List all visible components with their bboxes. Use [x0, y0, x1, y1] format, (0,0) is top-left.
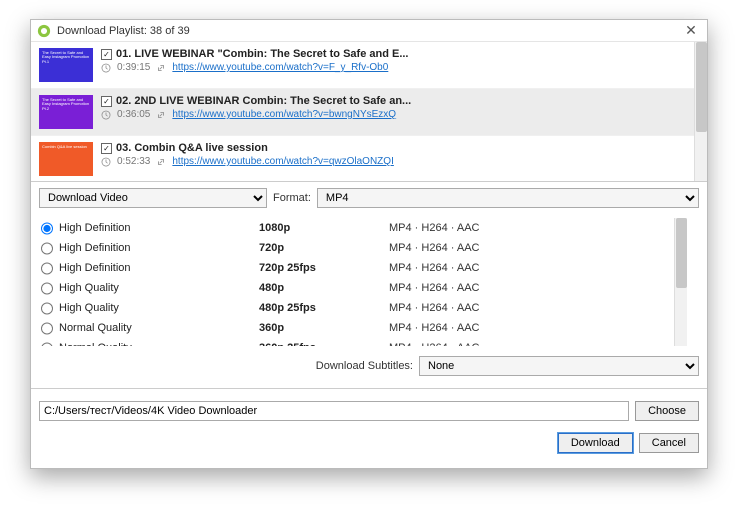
quality-codec: MP4 · H264 · AAC	[389, 262, 685, 274]
link-icon	[156, 110, 166, 120]
quality-codec: MP4 · H264 · AAC	[389, 282, 685, 294]
download-dialog: Download Playlist: 38 of 39 ✕ The Secret…	[30, 19, 708, 469]
video-url[interactable]: https://www.youtube.com/watch?v=qwzOlaON…	[172, 156, 393, 167]
quality-codec: MP4 · H264 · AAC	[389, 242, 685, 254]
playlist-item[interactable]: The Secret to Safe and Easy Instagram Pr…	[31, 89, 707, 136]
quality-name: Normal Quality	[59, 322, 259, 334]
quality-resolution: 360p	[259, 322, 389, 334]
subtitles-select[interactable]: None	[419, 356, 699, 376]
quality-resolution: 480p 25fps	[259, 302, 389, 314]
format-label: Format:	[273, 192, 311, 204]
quality-option[interactable]: Normal Quality360p 25fpsMP4 · H264 · AAC	[39, 338, 687, 346]
checkbox-icon[interactable]: ✓	[101, 49, 112, 60]
scrollbar[interactable]	[674, 218, 687, 346]
quality-option[interactable]: Normal Quality360pMP4 · H264 · AAC	[39, 318, 687, 338]
quality-name: Normal Quality	[59, 342, 259, 346]
video-duration: 0:39:15	[117, 62, 150, 73]
quality-radio[interactable]	[41, 302, 53, 315]
link-icon	[156, 63, 166, 73]
quality-resolution: 720p 25fps	[259, 262, 389, 274]
checkbox-icon[interactable]: ✓	[101, 143, 112, 154]
quality-resolution: 720p	[259, 242, 389, 254]
video-duration: 0:36:05	[117, 109, 150, 120]
video-url[interactable]: https://www.youtube.com/watch?v=bwngNYsE…	[172, 109, 396, 120]
clock-icon	[101, 157, 111, 167]
quality-radio[interactable]	[41, 282, 53, 295]
playlist-item[interactable]: The Secret to Safe and Easy Instagram Pr…	[31, 42, 707, 89]
quality-codec: MP4 · H264 · AAC	[389, 342, 685, 346]
video-duration: 0:52:33	[117, 156, 150, 167]
dialog-title: Download Playlist: 38 of 39	[57, 25, 679, 37]
quality-codec: MP4 · H264 · AAC	[389, 222, 685, 234]
video-title: 02. 2ND LIVE WEBINAR Combin: The Secret …	[116, 95, 411, 107]
video-url[interactable]: https://www.youtube.com/watch?v=F_y_Rfv-…	[172, 62, 388, 73]
quality-radio[interactable]	[41, 242, 53, 255]
scrollbar[interactable]	[694, 42, 707, 181]
quality-option[interactable]: High Quality480pMP4 · H264 · AAC	[39, 278, 687, 298]
video-title: 03. Combin Q&A live session	[116, 142, 268, 154]
quality-radio[interactable]	[41, 222, 53, 235]
quality-radio[interactable]	[41, 262, 53, 275]
playlist-list[interactable]: The Secret to Safe and Easy Instagram Pr…	[31, 42, 707, 182]
video-thumbnail: The Secret to Safe and Easy Instagram Pr…	[39, 48, 93, 82]
divider	[31, 388, 707, 389]
quality-name: High Definition	[59, 262, 259, 274]
close-button[interactable]: ✕	[679, 22, 703, 39]
video-thumbnail: The Secret to Safe and Easy Instagram Pr…	[39, 95, 93, 129]
download-button[interactable]: Download	[558, 433, 633, 453]
clock-icon	[101, 63, 111, 73]
download-mode-select[interactable]: Download Video	[39, 188, 267, 208]
video-thumbnail: Combin Q&A live session	[39, 142, 93, 176]
checkbox-icon[interactable]: ✓	[101, 96, 112, 107]
quality-name: High Definition	[59, 222, 259, 234]
quality-option[interactable]: High Quality480p 25fpsMP4 · H264 · AAC	[39, 298, 687, 318]
video-title: 01. LIVE WEBINAR "Combin: The Secret to …	[116, 48, 408, 60]
quality-name: High Quality	[59, 282, 259, 294]
app-icon	[37, 24, 51, 38]
quality-option[interactable]: High Definition720pMP4 · H264 · AAC	[39, 238, 687, 258]
quality-list[interactable]: High Definition1080pMP4 · H264 · AACHigh…	[39, 218, 699, 346]
quality-option[interactable]: High Definition1080pMP4 · H264 · AAC	[39, 218, 687, 238]
format-select[interactable]: MP4	[317, 188, 699, 208]
quality-option[interactable]: High Definition720p 25fpsMP4 · H264 · AA…	[39, 258, 687, 278]
quality-radio[interactable]	[41, 342, 53, 347]
quality-codec: MP4 · H264 · AAC	[389, 322, 685, 334]
quality-radio[interactable]	[41, 322, 53, 335]
quality-resolution: 360p 25fps	[259, 342, 389, 346]
playlist-item[interactable]: Combin Q&A live session ✓ 03. Combin Q&A l…	[31, 136, 707, 182]
quality-resolution: 1080p	[259, 222, 389, 234]
quality-codec: MP4 · H264 · AAC	[389, 302, 685, 314]
clock-icon	[101, 110, 111, 120]
quality-resolution: 480p	[259, 282, 389, 294]
choose-button[interactable]: Choose	[635, 401, 699, 421]
link-icon	[156, 157, 166, 167]
quality-name: High Definition	[59, 242, 259, 254]
cancel-button[interactable]: Cancel	[639, 433, 699, 453]
titlebar: Download Playlist: 38 of 39 ✕	[31, 20, 707, 42]
subtitles-label: Download Subtitles:	[316, 360, 413, 372]
quality-name: High Quality	[59, 302, 259, 314]
save-path-input[interactable]	[39, 401, 629, 421]
controls-panel: Download Video Format: MP4 High Definiti…	[31, 182, 707, 461]
